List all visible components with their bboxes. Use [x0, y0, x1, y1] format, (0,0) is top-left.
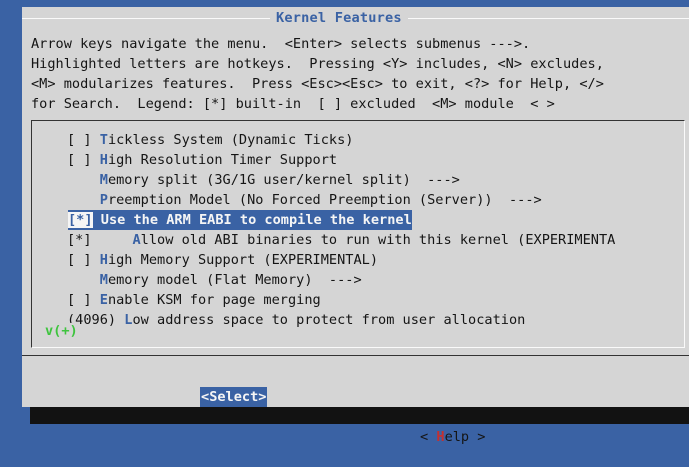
dialog-title: Kernel Features: [270, 10, 408, 26]
item-hotkey: M: [99, 272, 108, 288]
scroll-indicator[interactable]: v(+): [43, 323, 80, 339]
item-prefix: [*]: [67, 232, 133, 248]
menu-item-preemption-model[interactable]: Preemption Model (No Forced Preemption (…: [67, 190, 542, 210]
item-checkbox: [*]: [68, 212, 93, 228]
item-label: emory model (Flat Memory) --->: [107, 272, 362, 288]
menu-box: [ ] Tickless System (Dynamic Ticks) [ ] …: [31, 120, 685, 348]
button-bracket: >: [258, 389, 267, 405]
item-hotkey: H: [99, 152, 108, 168]
item-label: igh Resolution Timer Support: [107, 152, 338, 168]
item-prefix: [ ]: [67, 292, 100, 308]
item-hotkey: T: [99, 132, 108, 148]
item-prefix: [67, 172, 100, 188]
menu-item-high-memory-support[interactable]: [ ] High Memory Support (EXPERIMENTAL): [67, 250, 378, 270]
item-label: ow address space to protect from user al…: [132, 312, 526, 328]
button-label: elp: [444, 429, 470, 445]
menu-item-low-address-space[interactable]: (4096) Low address space to protect from…: [67, 310, 525, 330]
menu-item-memory-split[interactable]: Memory split (3G/1G user/kernel split) -…: [67, 170, 460, 190]
menu-item-arm-eabi[interactable]: [*] Use the ARM EABI to compile the kern…: [68, 210, 412, 230]
button-hotkey: H: [436, 429, 445, 445]
item-prefix: [67, 192, 100, 208]
select-button[interactable]: <Select>: [200, 387, 268, 407]
menu-item-high-resolution-timer[interactable]: [ ] High Resolution Timer Support: [67, 150, 337, 170]
button-bracket: >: [469, 429, 486, 445]
menu-item-old-abi-binaries[interactable]: [*] Allow old ABI binaries to run with t…: [67, 230, 615, 250]
button-bracket: <: [201, 389, 210, 405]
item-hotkey: P: [99, 192, 108, 208]
button-bracket: <: [420, 429, 437, 445]
help-line: Highlighted letters are hotkeys. Pressin…: [31, 56, 604, 72]
item-hotkey: A: [132, 232, 141, 248]
item-hotkey: U: [100, 212, 109, 228]
menu-item-tickless-system[interactable]: [ ] Tickless System (Dynamic Ticks): [67, 130, 353, 150]
help-button[interactable]: < Help >: [420, 427, 486, 447]
item-label: se the ARM EABI to compile the kernel: [108, 212, 412, 228]
item-hotkey: M: [99, 172, 108, 188]
button-bar: <Select> < Exit > < Help >: [22, 367, 689, 445]
item-hotkey: H: [99, 252, 108, 268]
item-label: nable KSM for page merging: [107, 292, 321, 308]
item-prefix: [ ]: [67, 152, 100, 168]
help-line: for Search. Legend: [*] built-in [ ] exc…: [31, 96, 555, 112]
menu-item-ksm[interactable]: [ ] Enable KSM for page merging: [67, 290, 321, 310]
item-label: reemption Model (No Forced Preemption (S…: [107, 192, 542, 208]
terminal-screen: { "dialog": { "title": "Kernel Features"…: [0, 0, 689, 445]
item-prefix: [67, 272, 100, 288]
item-label: ickless System (Dynamic Ticks): [107, 132, 354, 148]
item-prefix: [ ]: [67, 252, 100, 268]
help-text: Arrow keys navigate the menu. <Enter> se…: [31, 34, 689, 114]
kernel-features-dialog: Kernel Features Arrow keys navigate the …: [22, 7, 689, 445]
item-label: llow old ABI binaries to run with this k…: [140, 232, 616, 248]
item-hotkey: E: [99, 292, 108, 308]
item-label: emory split (3G/1G user/kernel split) --…: [107, 172, 460, 188]
help-line: Arrow keys navigate the menu. <Enter> se…: [31, 36, 531, 52]
button-separator: [22, 355, 689, 356]
menu-item-memory-model[interactable]: Memory model (Flat Memory) --->: [67, 270, 362, 290]
item-prefix: [93, 212, 101, 228]
item-label: igh Memory Support (EXPERIMENTAL): [107, 252, 379, 268]
button-label: elect: [217, 389, 259, 405]
item-prefix: [ ]: [67, 132, 100, 148]
dialog-shadow: [30, 407, 689, 424]
help-line: <M> modularizes features. Press <Esc><Es…: [31, 76, 604, 92]
